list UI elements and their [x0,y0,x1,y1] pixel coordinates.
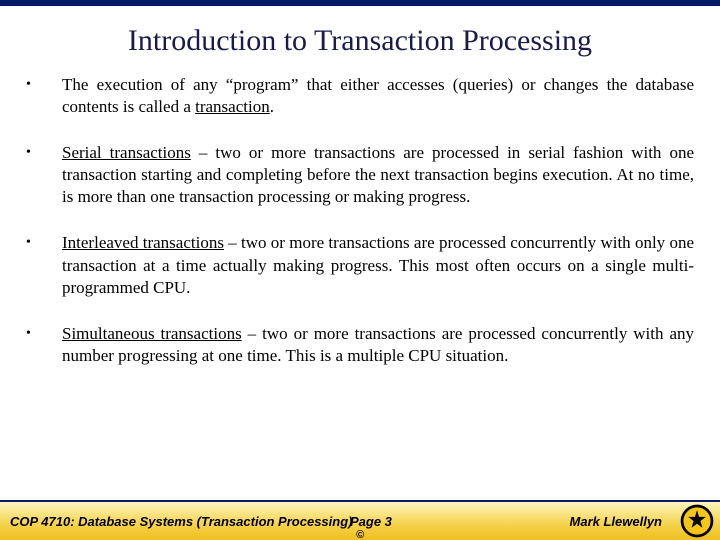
bullet-term: Serial transactions [62,143,191,162]
bullet-term: Interleaved transactions [62,233,224,252]
footer-course: COP 4710: Database Systems (Transaction … [10,514,352,529]
footer-copyright: © [356,529,364,540]
slide: Introduction to Transaction Processing •… [0,0,720,540]
bullet-post: . [270,97,274,116]
bullet-icon: • [26,323,62,367]
list-item: • Serial transactions – two or more tran… [26,142,694,208]
bullet-text: Serial transactions – two or more transa… [62,142,694,208]
footer-page: Page 3 [350,514,392,529]
list-item: • Simultaneous transactions – two or mor… [26,323,694,367]
list-item: • The execution of any “program” that ei… [26,74,694,118]
bullet-list: • The execution of any “program” that ei… [26,74,694,367]
bullet-text: Interleaved transactions – two or more t… [62,232,694,298]
bullet-icon: • [26,142,62,208]
slide-footer: COP 4710: Database Systems (Transaction … [0,500,720,540]
bullet-icon: • [26,232,62,298]
bullet-pre: The execution of any “program” that eith… [62,75,694,116]
bullet-text: The execution of any “program” that eith… [62,74,694,118]
bullet-icon: • [26,74,62,118]
ucf-logo-icon [680,504,714,538]
list-item: • Interleaved transactions – two or more… [26,232,694,298]
slide-body: • The execution of any “program” that ei… [0,74,720,500]
slide-title: Introduction to Transaction Processing [0,6,720,74]
bullet-term: Simultaneous transactions [62,324,242,343]
bullet-term: transaction [195,97,270,116]
footer-author: Mark Llewellyn [570,514,662,529]
bullet-text: Simultaneous transactions – two or more … [62,323,694,367]
